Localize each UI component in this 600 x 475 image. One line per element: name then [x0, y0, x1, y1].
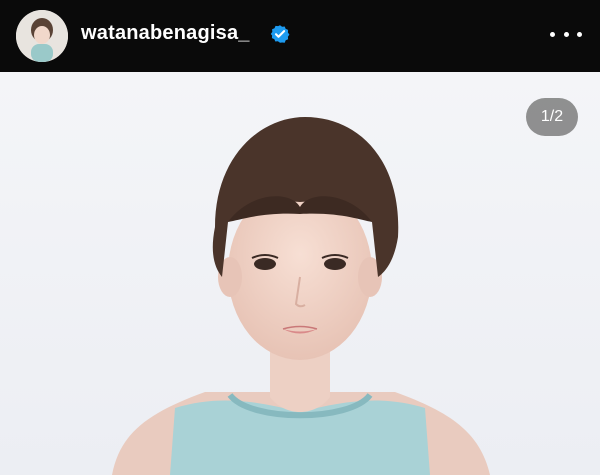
profile-avatar[interactable] [16, 10, 68, 62]
dot [577, 31, 582, 37]
post-header: watanabenagisa_ [0, 0, 600, 72]
slide-counter: 1/2 [526, 98, 578, 136]
instagram-post: watanabenagisa_ 1/2 [0, 0, 600, 475]
dot [563, 31, 569, 37]
post-image[interactable]: 1/2 [0, 72, 600, 475]
more-options-button[interactable] [550, 22, 582, 46]
portrait-illustration [0, 72, 600, 475]
avatar-image [16, 10, 68, 62]
username[interactable]: watanabenagisa_ [81, 22, 250, 45]
dot [550, 31, 555, 37]
verified-badge-icon [270, 25, 290, 43]
